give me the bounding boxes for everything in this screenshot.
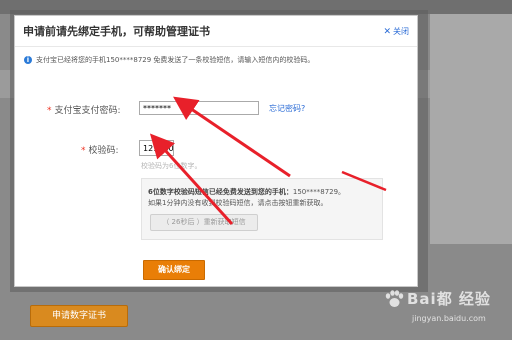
verification-code-input[interactable]: 121160: [139, 140, 174, 156]
paw-icon: [385, 290, 404, 307]
sms-notice-line2: 如果1分钟内没有收到校验码短信，请点击按钮重新获取。: [148, 199, 328, 207]
forgot-password-link[interactable]: 忘记密码?: [269, 103, 305, 114]
title-divider: [15, 46, 417, 47]
resend-sms-button[interactable]: （ 26秒后 ）重新获取短信: [150, 214, 258, 231]
confirm-bind-button[interactable]: 确认绑定: [143, 260, 205, 280]
close-button[interactable]: ✕ 关闭: [383, 26, 409, 37]
required-asterisk: *: [81, 146, 86, 156]
payment-password-input[interactable]: *******: [139, 101, 259, 115]
info-text: 支付宝已经将您的手机150****8729 免费发送了一条校验短信，请输入短信内…: [36, 56, 315, 64]
baidu-jingyan-watermark: Bai都 经验 jingyan.baidu.com: [384, 286, 502, 330]
apply-certificate-button[interactable]: 申请数字证书: [30, 305, 128, 327]
sms-notice-phone: 150****8729。: [292, 188, 346, 196]
close-icon: ✕: [383, 27, 391, 37]
watermark-brand: Bai都 经验: [407, 290, 491, 308]
sms-notice-box: 6位数字校验码短信已经免费发送到您的手机：150****8729。 如果1分钟内…: [141, 178, 383, 240]
info-icon: i: [24, 56, 32, 64]
password-label: * 支付宝支付密码:: [47, 103, 121, 116]
password-label-text: 支付宝支付密码:: [54, 106, 121, 116]
watermark-url: jingyan.baidu.com: [412, 314, 486, 323]
code-label-text: 校验码:: [88, 146, 119, 156]
sms-notice-bold: 6位数字校验码短信已经免费发送到您的手机：: [148, 188, 293, 196]
required-asterisk: *: [47, 106, 52, 116]
code-label: * 校验码:: [81, 143, 119, 156]
sms-notice-line1: 6位数字校验码短信已经免费发送到您的手机：150****8729。: [148, 187, 345, 197]
bind-phone-dialog: 申请前请先绑定手机，可帮助管理证书 ✕ 关闭 i 支付宝已经将您的手机150****…: [14, 15, 418, 287]
close-label: 关闭: [393, 27, 409, 36]
info-message: i 支付宝已经将您的手机150****8729 免费发送了一条校验短信，请输入短信…: [24, 55, 414, 65]
code-hint: 校验码为6位数字。: [141, 162, 202, 170]
background-right-panel: [430, 14, 512, 244]
dialog-title: 申请前请先绑定手机，可帮助管理证书: [23, 25, 210, 38]
